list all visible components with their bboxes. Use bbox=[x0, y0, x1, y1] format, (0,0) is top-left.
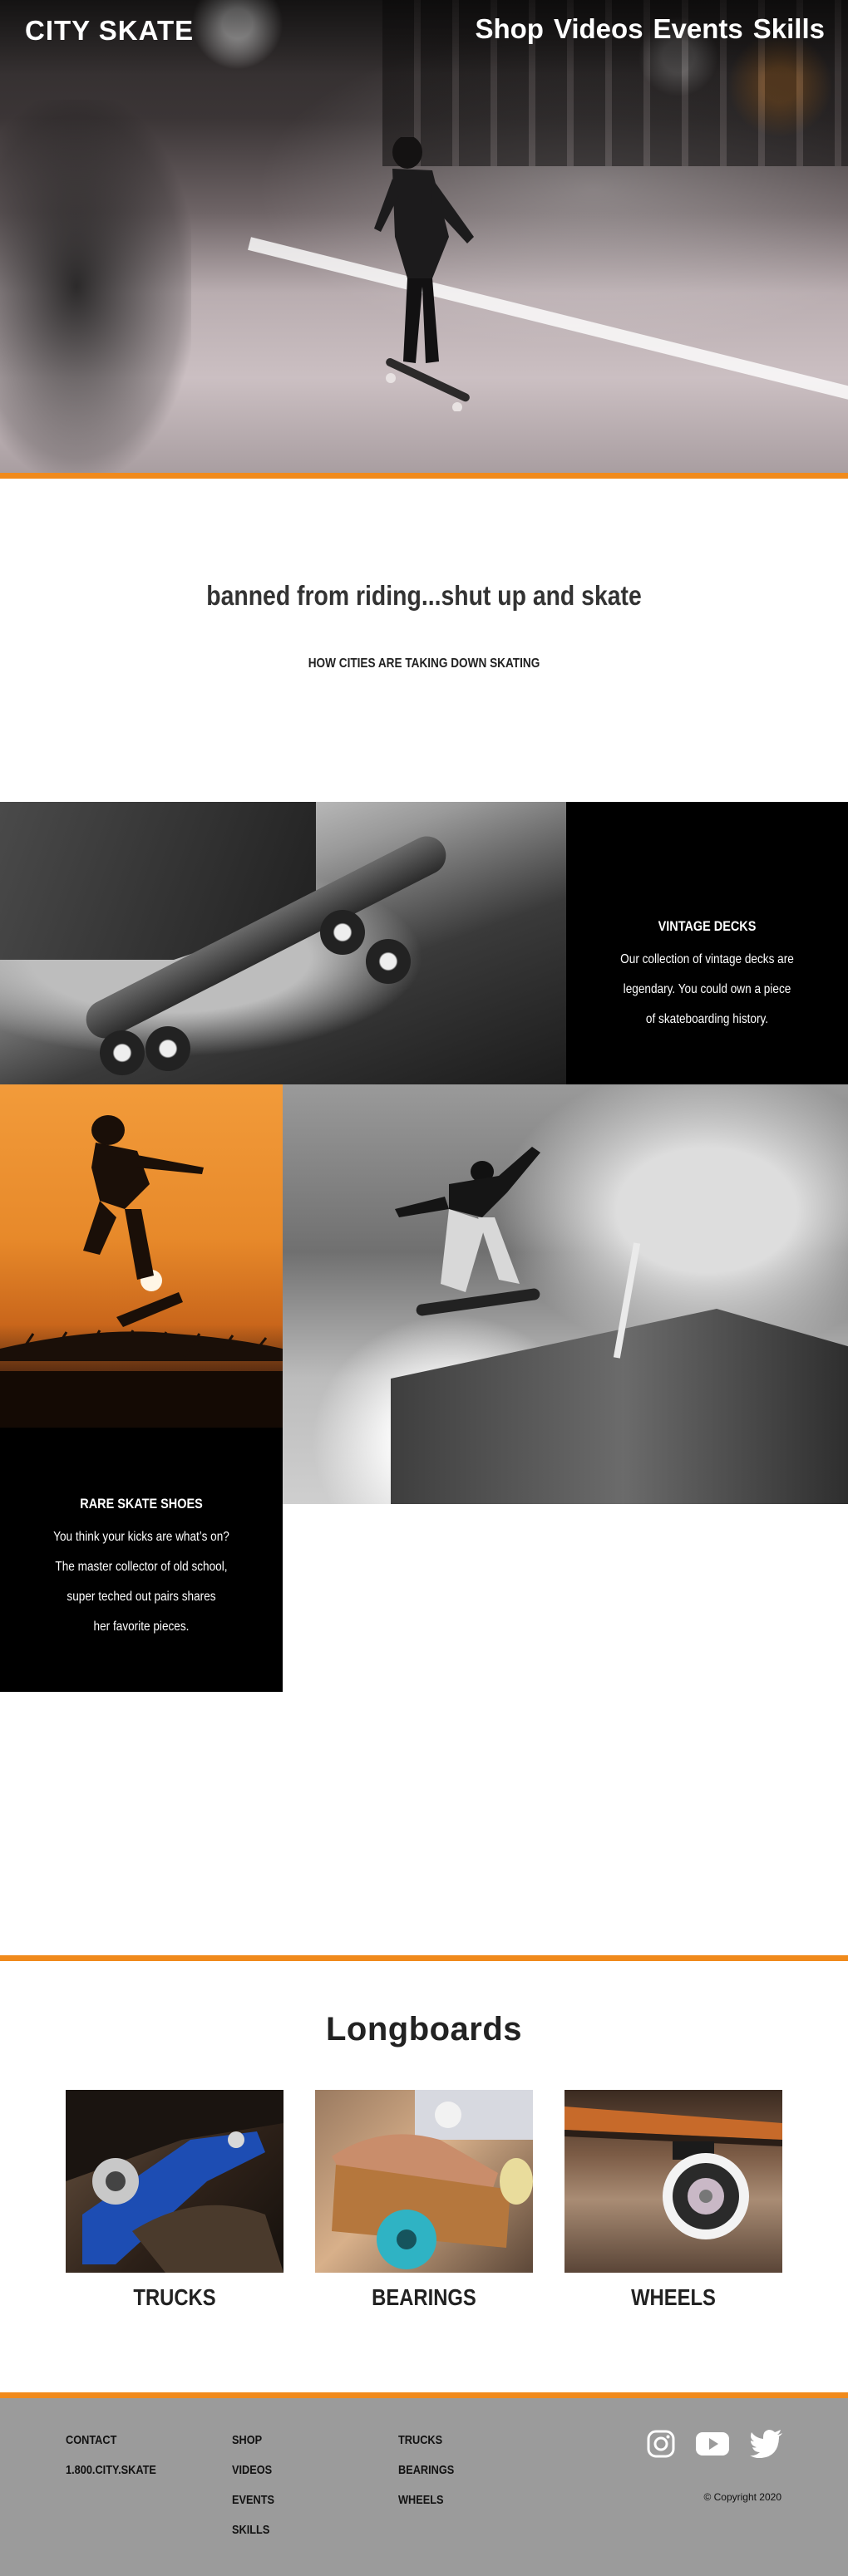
site-footer: CONTACT 1.800.CITY.SKATE SHOP VIDEOS EVE… bbox=[0, 2398, 848, 2576]
footer-link-events[interactable]: EVENTS bbox=[232, 2493, 274, 2507]
bearings-image bbox=[315, 2090, 533, 2273]
footer-link-videos[interactable]: VIDEOS bbox=[232, 2463, 274, 2477]
vintage-line: of skateboarding history. bbox=[645, 1012, 769, 1026]
skater-figure bbox=[374, 137, 474, 411]
shoes-line: super teched out pairs shares bbox=[67, 1590, 216, 1604]
bearing-illustration bbox=[332, 2090, 533, 2269]
nav-shop[interactable]: Shop bbox=[475, 13, 543, 45]
longboards-heading: Longboards bbox=[325, 2011, 523, 2048]
footer-parts-column: TRUCKS BEARINGS WHEELS bbox=[398, 2433, 464, 2523]
hero-divider bbox=[0, 473, 848, 479]
wheels-image bbox=[565, 2090, 782, 2273]
vintage-title: VINTAGE DECKS bbox=[658, 918, 757, 934]
wheels-label: WHEELS bbox=[631, 2284, 716, 2310]
wall-skater bbox=[395, 1147, 641, 1359]
wall-ride-photo bbox=[283, 1084, 848, 1504]
blurred-skater bbox=[0, 100, 191, 473]
street-line bbox=[248, 237, 848, 411]
youtube-icon[interactable] bbox=[695, 2431, 730, 2457]
footer-link-skills[interactable]: SKILLS bbox=[232, 2523, 274, 2537]
wheel bbox=[145, 1026, 190, 1071]
footer-contact-column: CONTACT 1.800.CITY.SKATE bbox=[66, 2433, 172, 2493]
bearings-label: BEARINGS bbox=[372, 2284, 476, 2310]
nav-videos[interactable]: Videos bbox=[554, 13, 643, 45]
footer-link-trucks[interactable]: TRUCKS bbox=[398, 2433, 454, 2447]
nav-events[interactable]: Events bbox=[653, 13, 743, 45]
gallery-divider bbox=[0, 1955, 848, 1961]
article-link[interactable]: HOW CITIES ARE TAKING DOWN SKATING bbox=[64, 656, 785, 671]
wheel-illustration bbox=[565, 2107, 782, 2239]
truck-illustration bbox=[66, 2090, 283, 2273]
vintage-line: Our collection of vintage decks are bbox=[620, 952, 794, 966]
site-logo[interactable]: CITY SKATE bbox=[25, 15, 194, 47]
vintage-line: legendary. You could own a piece bbox=[623, 982, 791, 996]
sunset-skater-photo bbox=[0, 1084, 283, 1428]
footer-nav-column: SHOP VIDEOS EVENTS SKILLS bbox=[232, 2433, 282, 2553]
footer-phone[interactable]: 1.800.CITY.SKATE bbox=[66, 2463, 156, 2477]
wheels-card[interactable]: WHEELS bbox=[565, 2090, 782, 2311]
social-links bbox=[647, 2430, 783, 2458]
vintage-description: Our collection of vintage decks are lege… bbox=[587, 945, 826, 1035]
footer-contact-heading: CONTACT bbox=[66, 2433, 117, 2447]
main-nav: Shop Videos Events Skills bbox=[475, 13, 825, 45]
wheel bbox=[320, 910, 365, 955]
footer-link-wheels[interactable]: WHEELS bbox=[398, 2493, 454, 2507]
shoes-line: You think your kicks are what’s on? bbox=[53, 1530, 229, 1544]
trucks-label: TRUCKS bbox=[133, 2284, 216, 2310]
footer-link-shop[interactable]: SHOP bbox=[232, 2433, 274, 2447]
shoes-description: You think your kicks are what’s on? The … bbox=[22, 1522, 262, 1642]
shoes-line: The master collector of old school, bbox=[55, 1560, 228, 1574]
bearings-card[interactable]: BEARINGS bbox=[315, 2090, 533, 2311]
wheel bbox=[366, 939, 411, 984]
footer-divider bbox=[0, 2392, 848, 2398]
sunset-silhouette bbox=[0, 1115, 283, 1428]
instagram-icon[interactable] bbox=[647, 2430, 675, 2458]
trucks-card[interactable]: TRUCKS bbox=[66, 2090, 283, 2311]
footer-link-bearings[interactable]: BEARINGS bbox=[398, 2463, 454, 2477]
intro-headline: banned from riding...shut up and skate bbox=[206, 580, 642, 611]
shoes-line: her favorite pieces. bbox=[93, 1620, 190, 1634]
twitter-icon[interactable] bbox=[750, 2430, 783, 2458]
nav-skills[interactable]: Skills bbox=[753, 13, 825, 45]
deck-photo bbox=[0, 802, 566, 1084]
trucks-image bbox=[66, 2090, 283, 2273]
copyright-text: © Copyright 2020 bbox=[703, 2491, 781, 2503]
hero-banner: CITY SKATE Shop Videos Events Skills bbox=[0, 0, 848, 473]
shoes-title: RARE SKATE SHOES bbox=[80, 1496, 203, 1512]
wheel bbox=[100, 1030, 145, 1075]
rare-shoes-card[interactable]: RARE SKATE SHOES You think your kicks ar… bbox=[0, 1428, 283, 1692]
